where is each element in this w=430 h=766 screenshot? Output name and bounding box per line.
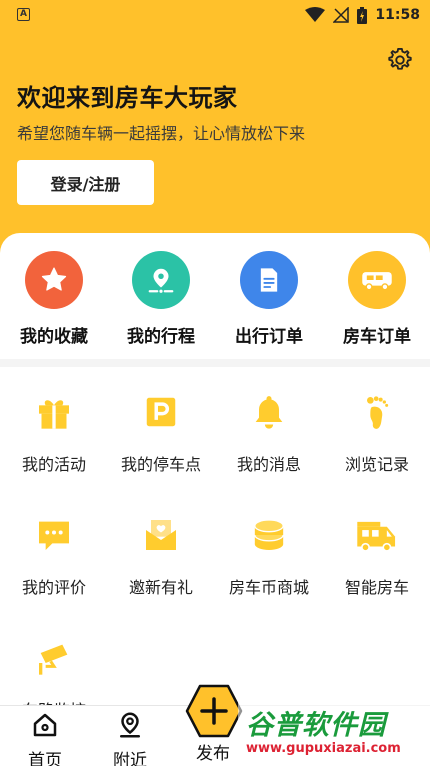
gear-icon[interactable] bbox=[386, 46, 414, 74]
cctv-camera-icon bbox=[29, 633, 79, 683]
quick-action-label: 房车订单 bbox=[343, 327, 411, 347]
bell-icon bbox=[244, 387, 294, 437]
menu-item-smart-rv[interactable]: 智能房车 bbox=[323, 510, 430, 598]
status-bar: A 11:58 bbox=[0, 0, 430, 30]
chat-bubble-icon bbox=[29, 510, 79, 560]
menu-item-messages[interactable]: 我的消息 bbox=[215, 387, 323, 475]
service-menu-grid: 我的活动 我的停车点 我的消息 浏览记录 我的评价 邀新有礼 房车币商城 智能房… bbox=[0, 367, 430, 720]
menu-item-label: 房车币商城 bbox=[228, 578, 309, 597]
tab-label-publish[interactable]: 发布 bbox=[196, 739, 230, 764]
welcome-subtitle: 希望您随车辆一起摇摆，让心情放松下来 bbox=[17, 124, 306, 143]
quick-action-rv-orders[interactable]: 房车订单 bbox=[323, 251, 430, 347]
watermark-url: www.gupuxiazai.com bbox=[246, 741, 401, 756]
rv-icon bbox=[348, 251, 406, 309]
quick-action-favorites[interactable]: 我的收藏 bbox=[0, 251, 108, 347]
quick-action-trips[interactable]: 我的行程 bbox=[107, 251, 215, 347]
login-register-button[interactable]: 登录/注册 bbox=[17, 160, 154, 205]
status-icons: 11:58 bbox=[305, 5, 420, 25]
clock: 11:58 bbox=[375, 7, 420, 23]
menu-item-label: 我的评价 bbox=[21, 578, 86, 597]
profile-header: A 11:58 欢迎来到房车大玩家 希望您随车辆一起摇摆，让心情放松下来 登录/… bbox=[0, 0, 430, 270]
menu-item-activities[interactable]: 我的活动 bbox=[0, 387, 108, 475]
signal-off-icon bbox=[333, 7, 350, 23]
home-icon bbox=[33, 713, 57, 737]
tab-label: 首页 bbox=[28, 751, 62, 766]
menu-item-label: 智能房车 bbox=[344, 578, 409, 597]
menu-item-coin-mall[interactable]: 房车币商城 bbox=[215, 510, 323, 598]
menu-item-history[interactable]: 浏览记录 bbox=[323, 387, 430, 475]
menu-item-reviews[interactable]: 我的评价 bbox=[0, 510, 108, 598]
plus-hexagon-icon[interactable] bbox=[185, 683, 243, 739]
star-icon bbox=[25, 251, 83, 309]
location-pin-icon bbox=[120, 712, 140, 738]
tab-nearby[interactable]: 附近 bbox=[85, 706, 175, 766]
menu-item-label: 我的消息 bbox=[236, 455, 301, 474]
menu-item-label: 浏览记录 bbox=[344, 455, 409, 474]
site-watermark: 谷普软件园 www.gupuxiazai.com bbox=[238, 697, 430, 766]
envelope-heart-icon bbox=[136, 510, 186, 560]
watermark-title: 谷普软件园 bbox=[246, 710, 386, 741]
tab-label: 附近 bbox=[113, 751, 147, 766]
menu-item-label: 我的活动 bbox=[21, 455, 86, 474]
menu-item-invite[interactable]: 邀新有礼 bbox=[107, 510, 215, 598]
quick-action-label: 我的收藏 bbox=[20, 327, 88, 347]
location-route-icon bbox=[132, 251, 190, 309]
quick-actions-card: 我的收藏 我的行程 出行订单 房车订单 bbox=[0, 233, 430, 359]
menu-item-label: 我的停车点 bbox=[120, 455, 201, 474]
menu-item-parking[interactable]: 我的停车点 bbox=[107, 387, 215, 475]
footprint-icon bbox=[352, 387, 402, 437]
welcome-title: 欢迎来到房车大玩家 bbox=[17, 84, 238, 112]
quick-action-label: 出行订单 bbox=[235, 327, 303, 347]
menu-item-label: 邀新有礼 bbox=[128, 578, 193, 597]
coin-stack-icon bbox=[244, 510, 294, 560]
wifi-icon bbox=[305, 7, 326, 22]
document-icon bbox=[240, 251, 298, 309]
app-notification-icon: A bbox=[17, 8, 30, 21]
quick-action-label: 我的行程 bbox=[127, 327, 195, 347]
gift-icon bbox=[29, 387, 79, 437]
camper-icon bbox=[352, 510, 402, 560]
battery-charging-icon bbox=[357, 6, 368, 24]
tab-home[interactable]: 首页 bbox=[0, 706, 90, 766]
quick-action-travel-orders[interactable]: 出行订单 bbox=[215, 251, 323, 347]
parking-icon bbox=[136, 387, 186, 437]
